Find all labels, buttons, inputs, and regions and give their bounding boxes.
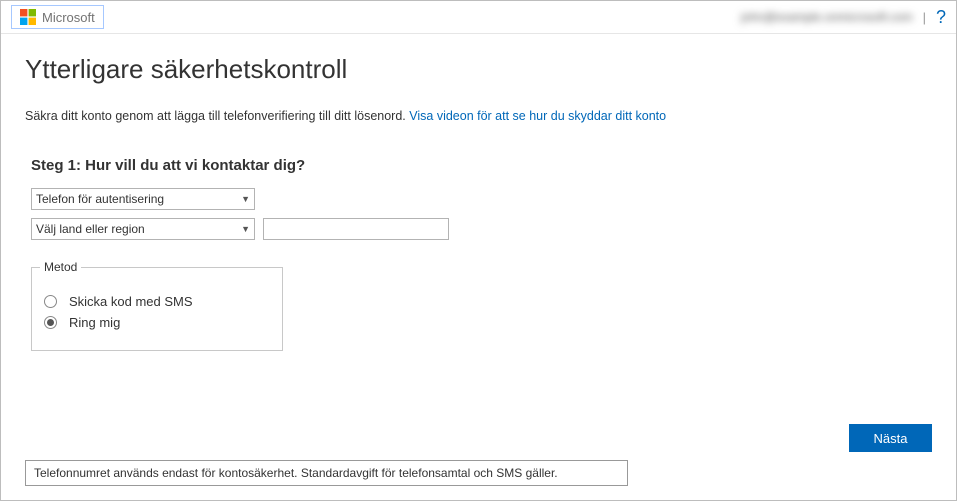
- contact-method-select[interactable]: Telefon för autentisering ▼: [31, 188, 255, 210]
- footer-note: Telefonnumret används endast för kontosä…: [25, 460, 628, 486]
- method-legend: Metod: [40, 260, 81, 274]
- topbar: Microsoft john@example.onmicrosoft.com |…: [1, 1, 956, 34]
- topbar-right: john@example.onmicrosoft.com | ?: [741, 7, 946, 28]
- content: Ytterligare säkerhetskontroll Säkra ditt…: [1, 34, 956, 365]
- contact-method-value: Telefon för autentisering: [36, 192, 164, 206]
- window: Microsoft john@example.onmicrosoft.com |…: [0, 0, 957, 501]
- brand-box: Microsoft: [11, 5, 104, 29]
- brand-name: Microsoft: [42, 10, 95, 25]
- radio-sms[interactable]: [44, 295, 57, 308]
- radio-call[interactable]: [44, 316, 57, 329]
- method-fieldset: Metod Skicka kod med SMS Ring mig: [31, 260, 283, 351]
- page-description: Säkra ditt konto genom att lägga till te…: [25, 109, 932, 123]
- chevron-down-icon: ▼: [241, 224, 250, 234]
- chevron-down-icon: ▼: [241, 194, 250, 204]
- radio-call-label: Ring mig: [69, 315, 120, 330]
- watch-video-link[interactable]: Visa videon för att se hur du skyddar di…: [409, 109, 666, 123]
- country-select[interactable]: Välj land eller region ▼: [31, 218, 255, 240]
- radio-sms-label: Skicka kod med SMS: [69, 294, 193, 309]
- step-label: Steg 1: Hur vill du att vi kontaktar dig…: [31, 157, 932, 174]
- page-title: Ytterligare säkerhetskontroll: [25, 54, 932, 85]
- divider: |: [923, 10, 926, 25]
- microsoft-logo-icon: [20, 9, 36, 25]
- phone-input[interactable]: [263, 218, 449, 240]
- desc-text: Säkra ditt konto genom att lägga till te…: [25, 109, 409, 123]
- country-value: Välj land eller region: [36, 222, 145, 236]
- help-icon[interactable]: ?: [936, 7, 946, 28]
- next-button[interactable]: Nästa: [849, 424, 932, 452]
- user-email: john@example.onmicrosoft.com: [741, 10, 913, 24]
